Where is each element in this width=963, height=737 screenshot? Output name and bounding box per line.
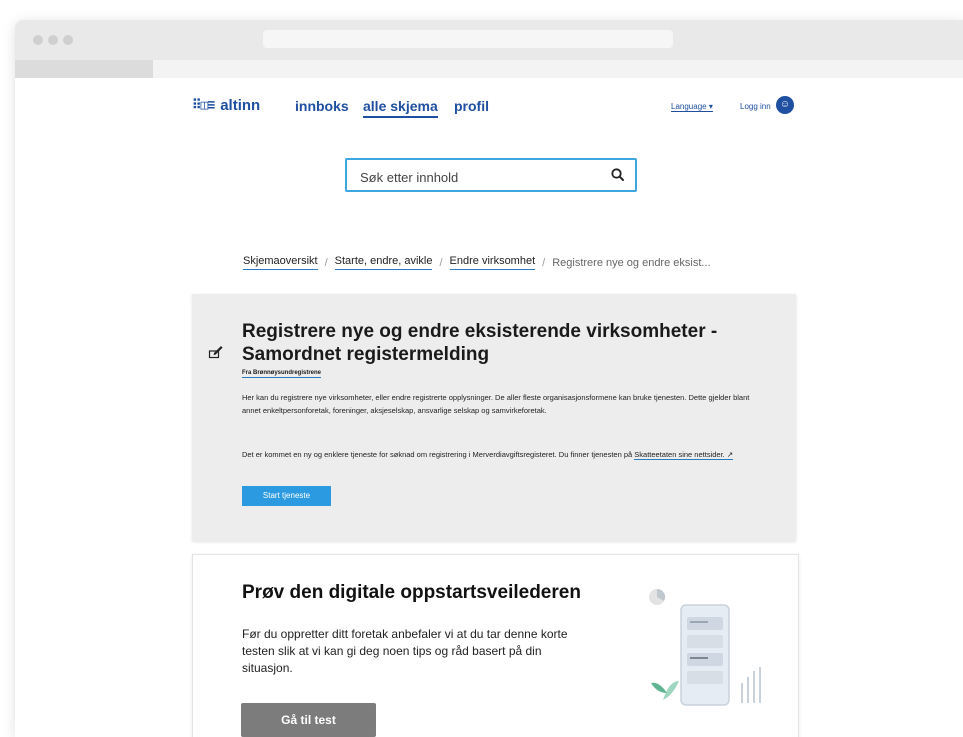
altinn-logo-icon: ⠿◫≡ [192, 98, 215, 113]
nav-alle-skjema[interactable]: alle skjema [363, 98, 438, 118]
breadcrumb-separator: / [439, 256, 443, 269]
search-box [345, 158, 637, 192]
guide-text: Før du oppretter ditt foretak anbefaler … [242, 627, 568, 675]
service-notice-text: Det er kommet en ny og enklere tjeneste … [242, 450, 635, 459]
service-notice: Det er kommet en ny og enklere tjeneste … [242, 448, 752, 461]
nav-profil[interactable]: profil [454, 98, 489, 114]
page-content: ⠿◫≡ altinn innboks alle skjema profil La… [15, 78, 963, 737]
guide-title: Prøv den digitale oppstartsveilederen [242, 582, 581, 603]
login-link[interactable]: Logg inn [740, 102, 771, 111]
browser-window: ⠿◫≡ altinn innboks alle skjema profil La… [15, 20, 963, 737]
edit-form-icon [208, 346, 223, 359]
service-card: Registrere nye og endre eksisterende vir… [192, 294, 796, 541]
go-to-test-button[interactable]: Gå til test [241, 703, 376, 737]
phone-illustration [649, 588, 761, 706]
search-input[interactable] [358, 167, 602, 187]
service-title: Registrere nye og endre eksisterende vir… [242, 321, 718, 365]
maximize-window-dot[interactable] [63, 35, 73, 45]
browser-tab[interactable] [15, 60, 153, 78]
breadcrumb-starte-endre-avikle[interactable]: Starte, endre, avikle [334, 255, 433, 270]
logo-text: altinn [220, 97, 261, 114]
breadcrumb: Skjemaoversikt / Starte, endre, avikle /… [243, 255, 711, 270]
window-controls [33, 35, 73, 45]
tab-strip [15, 60, 963, 78]
start-service-button[interactable]: Start tjeneste [242, 486, 331, 506]
breadcrumb-skjemaoversikt[interactable]: Skjemaoversikt [243, 255, 318, 270]
service-provider-link[interactable]: Fra Brønnøysundregistrene [242, 370, 322, 378]
breadcrumb-separator: / [542, 256, 546, 269]
skatteetaten-link[interactable]: Skatteetaten sine nettsider. ↗ [634, 450, 734, 460]
minimize-window-dot[interactable] [48, 35, 58, 45]
breadcrumb-current: Registrere nye og endre eksist... [552, 256, 711, 269]
user-icon[interactable]: ☺ [776, 96, 794, 114]
altinn-logo[interactable]: ⠿◫≡ altinn [192, 97, 260, 114]
breadcrumb-separator: / [324, 256, 328, 269]
nav-innboks[interactable]: innboks [295, 98, 349, 114]
breadcrumb-endre-virksomhet[interactable]: Endre virksomhet [449, 255, 536, 270]
service-description: Her kan du registrere nye virksomheter, … [242, 393, 750, 415]
language-selector[interactable]: Language ▾ [671, 102, 713, 112]
address-bar[interactable] [263, 30, 673, 48]
close-window-dot[interactable] [33, 35, 43, 45]
startup-guide-card: Prøv den digitale oppstartsveilederen Fø… [192, 554, 799, 737]
search-icon[interactable] [609, 166, 627, 184]
browser-titlebar [15, 20, 963, 60]
